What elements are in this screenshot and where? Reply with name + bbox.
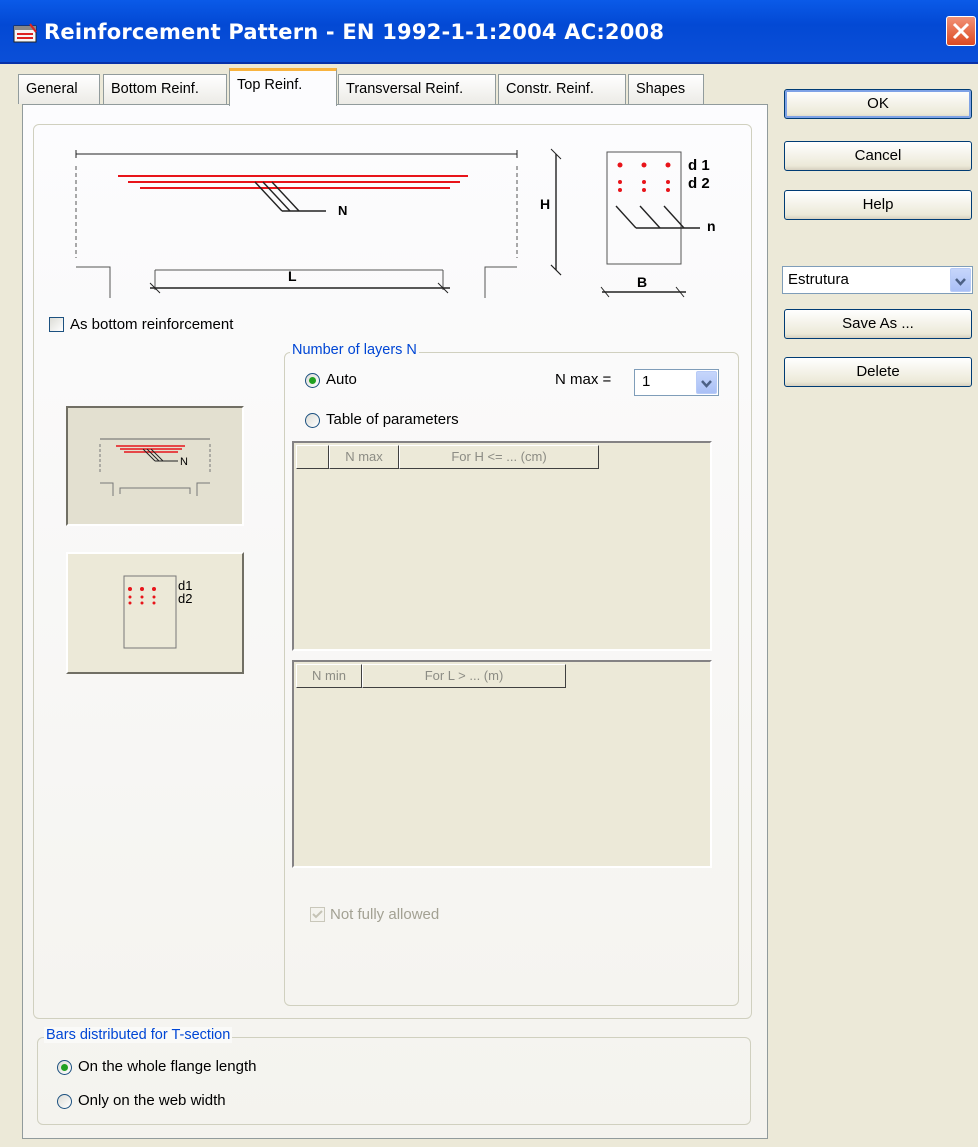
layer-pattern-button[interactable]: N [66, 406, 244, 526]
tsection-group [37, 1037, 751, 1125]
as-bottom-label: As bottom reinforcement [70, 316, 234, 333]
close-button[interactable] [946, 16, 976, 46]
nmin-table[interactable]: N min For L > ... (m) [292, 660, 712, 868]
nmax-label: N max = [555, 371, 612, 388]
section-label-n: n [707, 218, 716, 234]
section-label-d2: d 2 [688, 175, 710, 192]
preset-dropdown-button[interactable] [950, 268, 971, 292]
whole-flange-radio[interactable] [57, 1060, 72, 1075]
not-fully-allowed-checkbox[interactable] [310, 907, 325, 922]
tab-constr-reinf[interactable]: Constr. Reinf. [498, 74, 626, 104]
layer-preview-icon [99, 438, 211, 496]
web-width-radio[interactable] [57, 1094, 72, 1109]
table-header-for-h[interactable]: For H <= ... (cm) [399, 445, 599, 469]
tab-top-reinf[interactable]: Top Reinf. [229, 68, 337, 106]
table-header-for-l[interactable]: For L > ... (m) [362, 664, 566, 688]
cancel-button[interactable]: Cancel [784, 141, 972, 171]
tab-general[interactable]: General [18, 74, 100, 104]
not-fully-allowed-label: Not fully allowed [330, 906, 440, 923]
nmax-dropdown-button[interactable] [696, 371, 717, 394]
tab-shapes[interactable]: Shapes [628, 74, 704, 104]
diagram-label-h: H [540, 196, 551, 212]
table-header-nmax[interactable]: N max [329, 445, 399, 469]
section-label-d1: d 1 [688, 157, 710, 174]
tsection-group-title: Bars distributed for T-section [44, 1027, 233, 1043]
chevron-down-icon [701, 380, 712, 388]
nmax-table[interactable]: N max For H <= ... (cm) [292, 441, 712, 651]
table-header-corner [296, 445, 329, 469]
whole-flange-label: On the whole flange length [78, 1058, 257, 1075]
save-as-button[interactable]: Save As ... [784, 309, 972, 339]
auto-label: Auto [326, 371, 357, 388]
table-radio[interactable] [305, 413, 320, 428]
app-icon [13, 23, 37, 43]
preset-value: Estrutura [788, 271, 849, 288]
preview-label-n: N [180, 456, 188, 468]
as-bottom-checkbox[interactable] [49, 317, 64, 332]
table-header-nmin[interactable]: N min [296, 664, 362, 688]
layers-group-title: Number of layers N [290, 342, 419, 358]
close-icon [952, 22, 970, 40]
nmax-select[interactable]: 1 [634, 369, 719, 396]
section-label-b: B [637, 274, 648, 290]
beam-diagram [75, 148, 562, 298]
chevron-down-icon [955, 278, 966, 286]
web-width-label: Only on the web width [78, 1092, 226, 1109]
section-preview-icon [123, 575, 177, 649]
nmax-value: 1 [642, 373, 651, 390]
diagram-label-n-upper: N [338, 203, 348, 218]
section-pattern-button[interactable]: d1 d2 [66, 552, 244, 674]
diagram-label-l: L [288, 268, 297, 284]
title-bar: Reinforcement Pattern - EN 1992-1-1:2004… [0, 0, 978, 64]
preset-select[interactable]: Estrutura [782, 266, 973, 294]
checkmark-icon [312, 910, 323, 919]
preview-label-d2: d2 [178, 591, 193, 606]
tab-bottom-reinf[interactable]: Bottom Reinf. [103, 74, 227, 104]
tab-transversal-reinf[interactable]: Transversal Reinf. [338, 74, 496, 104]
auto-radio[interactable] [305, 373, 320, 388]
help-button[interactable]: Help [784, 190, 972, 220]
window-title: Reinforcement Pattern - EN 1992-1-1:2004… [44, 20, 665, 44]
delete-button[interactable]: Delete [784, 357, 972, 387]
table-label: Table of parameters [326, 411, 459, 428]
ok-button[interactable]: OK [784, 89, 972, 119]
